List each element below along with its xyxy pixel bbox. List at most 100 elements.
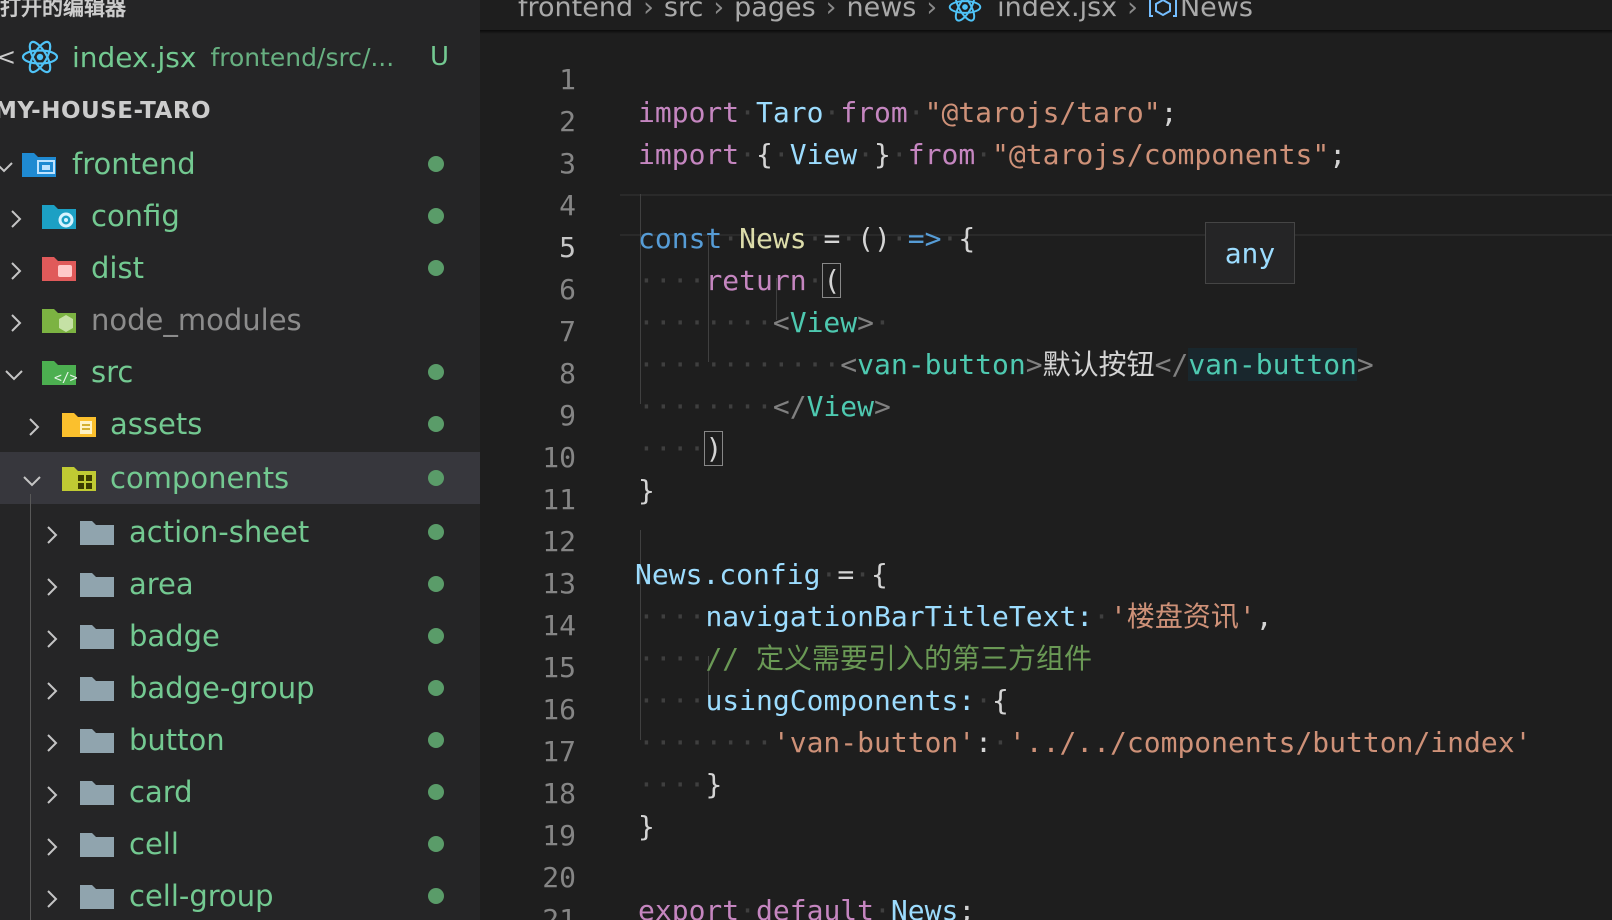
folder-icon — [80, 885, 114, 909]
chevron-right-icon — [40, 572, 64, 596]
tree-item-cell-group[interactable]: cell-group — [0, 870, 480, 920]
open-editor-item[interactable]: < index.jsx frontend/src/... U — [0, 34, 480, 80]
code-line: 10 } — [542, 441, 655, 507]
tree-item-components[interactable]: components — [0, 452, 480, 504]
modified-dot — [428, 416, 444, 432]
open-editors-header[interactable]: 打开的编辑器 — [0, 0, 480, 20]
chevron-right-icon: › — [643, 0, 654, 23]
breadcrumb-src[interactable]: src — [664, 0, 703, 23]
code-line: 18 } — [542, 777, 655, 843]
folder-config-icon — [42, 205, 76, 229]
code-line: 21 — [542, 903, 576, 920]
code-line: 17 ····} — [542, 735, 723, 801]
chevron-down-icon — [0, 152, 16, 176]
tree-item-dist[interactable]: dist — [0, 242, 480, 294]
tree-item-config[interactable]: config — [0, 190, 480, 242]
hover-tooltip: any — [1205, 222, 1295, 284]
tree-item-button[interactable]: button — [0, 714, 480, 766]
code-line: 6 ········<View>· — [559, 273, 891, 339]
chevron-right-icon — [40, 676, 64, 700]
chevron-right-icon — [40, 780, 64, 804]
chevron-right-icon — [4, 204, 28, 228]
svg-text:</>: </> — [54, 371, 78, 386]
code-line: 9 ····) — [559, 399, 724, 466]
chevron-right-icon — [4, 256, 28, 280]
code-line: 7 ············<van-button>默认按钮</van-butt… — [559, 315, 1374, 381]
folder-node-icon — [42, 309, 76, 333]
folder-icon — [80, 625, 114, 649]
tree-item-cell[interactable]: cell — [0, 818, 480, 870]
chevron-right-icon — [40, 728, 64, 752]
folder-icon — [80, 521, 114, 545]
tree-item-card[interactable]: card — [0, 766, 480, 818]
folder-icon — [80, 729, 114, 753]
tree-item-badge[interactable]: badge — [0, 610, 480, 662]
chevron-right-icon — [40, 832, 64, 856]
code-line: 19 — [542, 819, 576, 852]
folder-dist-icon — [42, 257, 76, 281]
symbol-variable-icon — [1148, 0, 1177, 17]
modified-dot — [428, 156, 444, 172]
folder-components-icon — [62, 467, 96, 491]
open-editor-filename: index.jsx — [72, 40, 197, 74]
breadcrumb: frontend › src › pages › news › index.js… — [480, 0, 1612, 24]
breadcrumb-file[interactable]: index.jsx — [997, 0, 1117, 23]
modified-dot — [428, 524, 444, 540]
tree-item-node-modules[interactable]: node_modules — [0, 294, 480, 346]
modified-dot — [428, 680, 444, 696]
chevron-right-icon — [40, 520, 64, 544]
folder-assets-icon — [62, 413, 96, 437]
folder-icon — [80, 573, 114, 597]
tree-item-assets[interactable]: assets — [0, 398, 480, 450]
modified-dot — [428, 470, 444, 486]
breadcrumb-pages[interactable]: pages — [734, 0, 816, 23]
tree-item-frontend[interactable]: frontend — [0, 138, 480, 190]
breadcrumb-symbol[interactable]: News — [1180, 0, 1253, 23]
folder-icon — [80, 677, 114, 701]
chevron-right-icon — [4, 308, 28, 332]
modified-dot — [428, 888, 444, 904]
modified-dot — [428, 836, 444, 852]
code-line: 14 ····// 定义需要引入的第三方组件 — [542, 609, 1093, 675]
open-editor-path: frontend/src/... — [210, 42, 395, 72]
modified-dot — [428, 576, 444, 592]
explorer-sidebar: 打开的编辑器 < index.jsx frontend/src/... U MY… — [0, 0, 480, 920]
folder-icon — [80, 833, 114, 857]
chevron-down-icon — [20, 466, 44, 490]
close-editor-icon[interactable]: < — [0, 43, 16, 71]
code-line: 13 ····navigationBarTitleText:·'楼盘资讯', — [542, 567, 1273, 633]
tree-item-src[interactable]: </> src — [0, 346, 480, 398]
code-line-current: 5 ····return·( — [559, 231, 842, 298]
code-editor[interactable]: frontend › src › pages › news › index.js… — [480, 0, 1612, 920]
chevron-right-icon: › — [825, 0, 837, 23]
code-line: 3 — [559, 147, 576, 180]
modified-dot — [428, 732, 444, 748]
code-line: 16 ········'van-button':·'../../componen… — [542, 693, 1532, 759]
modified-dot — [428, 364, 444, 380]
code-line: 15 ····usingComponents:·{ — [542, 651, 1009, 717]
chevron-right-icon — [22, 412, 46, 436]
tree-item-action-sheet[interactable]: action-sheet — [0, 506, 480, 558]
code-line: 8 ········</View> — [559, 357, 891, 423]
breadcrumb-frontend[interactable]: frontend — [518, 0, 633, 23]
tree-item-area[interactable]: area — [0, 558, 480, 610]
folder-frontend-icon — [22, 153, 56, 177]
code-line: 12 News.config·=·{ — [542, 525, 888, 591]
react-icon — [21, 40, 59, 74]
code-line: 2 import·{·View·}·from·"@tarojs/componen… — [559, 105, 1347, 171]
modified-dot — [428, 260, 444, 276]
modified-dot — [428, 628, 444, 644]
chevron-right-icon — [40, 884, 64, 908]
project-header[interactable]: MY-HOUSE-TARO — [0, 88, 474, 134]
folder-icon — [80, 781, 114, 805]
chevron-right-icon: › — [1127, 0, 1138, 23]
chevron-right-icon: › — [926, 0, 938, 23]
code-line: 20 export·default·News; — [542, 861, 976, 920]
modified-dot — [428, 784, 444, 800]
code-line: 11 — [542, 483, 576, 516]
breadcrumb-news[interactable]: news — [846, 0, 916, 23]
tree-item-badge-group[interactable]: badge-group — [0, 662, 480, 714]
modified-dot — [428, 208, 444, 224]
folder-src-icon: </> — [42, 361, 78, 386]
code-line: 4 const·News·=·()·=>·{ — [559, 189, 976, 255]
